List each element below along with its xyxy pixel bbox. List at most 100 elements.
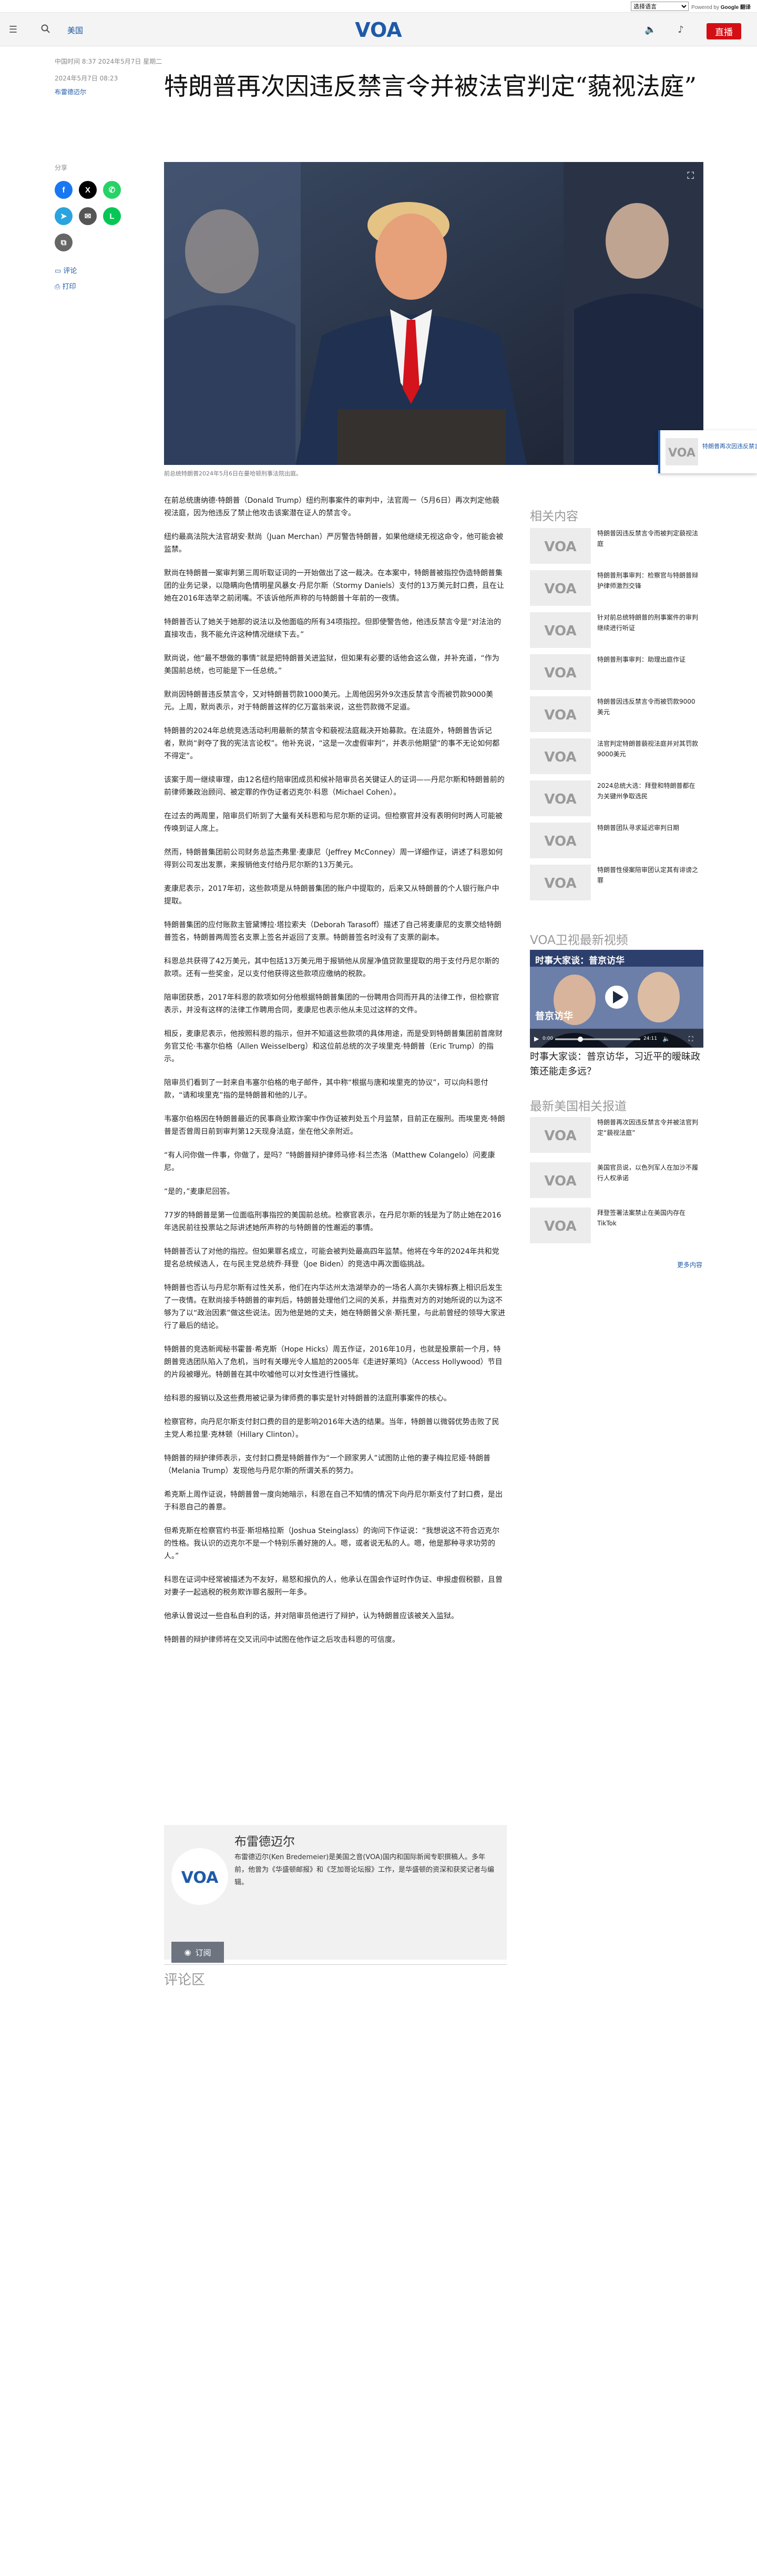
section-link-us[interactable]: 美国 xyxy=(67,25,83,36)
article-body: 在前总统唐纳德·特朗普（Donald Trump）纽约刑事案件的审判中，法官周一… xyxy=(164,494,506,1657)
floating-player-title: 特朗普再次因违反禁言令... xyxy=(702,443,757,450)
thumbnail: VOA xyxy=(530,738,591,774)
thumbnail: VOA xyxy=(530,1162,591,1198)
page-title: 特朗普再次因违反禁言令并被法官判定“藐视法庭” xyxy=(164,72,697,100)
article-paragraph: 特朗普否认了对他的指控。但如果罪名成立，可能会被判处最高四年监禁。他将在今年的2… xyxy=(164,1248,499,1269)
thumbnail: VOA xyxy=(530,570,591,606)
comments-heading: 评论区 xyxy=(164,1972,206,1988)
thumbnail-logo: VOA xyxy=(544,623,576,639)
floating-thumb-logo: VOA xyxy=(668,447,695,460)
related-item[interactable]: VOA 特朗普因违反禁言令而被罚款9000美元 xyxy=(530,696,703,733)
video-badge: 普京访华 xyxy=(535,1011,573,1022)
comment-icon: ▭ xyxy=(55,267,64,275)
google-translate-credit[interactable]: Powered by Google 翻译 xyxy=(691,3,751,11)
search-icon[interactable] xyxy=(40,24,52,36)
news-item[interactable]: VOA 特朗普再次因违反禁言令并被法官判定“藐视法庭” xyxy=(530,1117,703,1154)
share-row-2: ➤ ✉ L xyxy=(55,207,121,225)
email-icon[interactable]: ✉ xyxy=(79,207,97,225)
thumbnail-logo: VOA xyxy=(544,876,576,891)
more-link[interactable]: 更多内容 xyxy=(677,1260,702,1269)
article-paragraph: 陪审员们看到了一封来自韦塞尔伯格的电子邮件，其中称“根据与唐和埃里克的协议”，可… xyxy=(164,1079,488,1100)
print-link[interactable]: ⎙ 打印 xyxy=(55,281,76,291)
article-paragraph: 特朗普集团的应付账款主管黛博拉·塔拉索夫（Deborah Tarasoff）描述… xyxy=(164,921,502,942)
related-item[interactable]: VOA 特朗普性侵案陪审团认定其有诽谤之罪 xyxy=(530,865,703,901)
thumbnail-logo: VOA xyxy=(544,539,576,555)
video-overlay-title: 时事大家谈：普京访华 xyxy=(535,956,625,966)
related-item[interactable]: VOA 特朗普刑事审判：检察官与特朗普辩护律师激烈交锋 xyxy=(530,570,703,607)
thumbnail-logo: VOA xyxy=(544,581,576,597)
thumbnail-logo: VOA xyxy=(544,1219,576,1234)
language-select[interactable]: 选择语言 xyxy=(631,2,689,11)
print-icon: ⎙ xyxy=(55,283,63,291)
article-paragraph: 特朗普也否认与丹尼尔斯有过性关系，他们在内华达州太浩湖举办的一场名人高尔夫锦标赛… xyxy=(164,1284,505,1330)
news-item[interactable]: VOA 美国官员说，以色列军人在加沙不履行人权承诺 xyxy=(530,1162,703,1199)
video-title[interactable]: 时事大家谈：普京访华，习近平的暧昧政策还能走多远？ xyxy=(530,1050,703,1079)
comments-link-label: 评论 xyxy=(63,267,77,275)
article-paragraph: “有人问你做一件事，你做了，是吗？”特朗普辩护律师马修·科兰杰洛（Matthew… xyxy=(164,1151,495,1172)
rss-icon: ◉ xyxy=(184,1948,191,1957)
publish-date: 2024年5月7日 08:23 xyxy=(55,75,118,82)
related-item-title: 特朗普刑事审判：检察官与特朗普辩护律师激烈交锋 xyxy=(597,572,699,590)
subscribe-button[interactable]: ◉ 订阅 xyxy=(171,1942,224,1963)
article-paragraph: 默尚说，他“最不想做的事情”就是把特朗普关进监狱，但如果有必要的话他会这么做，并… xyxy=(164,654,499,675)
related-item[interactable]: VOA 法官判定特朗普藐视法庭并对其罚款9000美元 xyxy=(530,738,703,775)
author-avatar-logo: VOA xyxy=(181,1869,219,1887)
article-paragraph: 在前总统唐纳德·特朗普（Donald Trump）纽约刑事案件的审判中，法官周一… xyxy=(164,496,499,518)
thumbnail: VOA xyxy=(530,1117,591,1153)
thumbnail: VOA xyxy=(530,612,591,648)
article-paragraph: 特朗普的竞选新闻秘书霍普·希克斯（Hope Hicks）周五作证，2016年10… xyxy=(164,1345,503,1379)
hero-image: ⛶ xyxy=(164,162,703,465)
telegram-icon[interactable]: ➤ xyxy=(55,207,73,225)
fullscreen-icon[interactable]: ⛶ xyxy=(689,1035,693,1043)
article-paragraph: 但希克斯在检察官约书亚·斯坦格拉斯（Joshua Steinglass）的询问下… xyxy=(164,1527,500,1560)
news-item[interactable]: VOA 拜登签署法案禁止在美国内存在TikTok xyxy=(530,1208,703,1244)
line-icon[interactable]: L xyxy=(103,207,121,225)
voa-logo[interactable]: VOA xyxy=(351,18,406,42)
print-link-label: 打印 xyxy=(62,283,76,291)
floating-player[interactable]: VOA 特朗普再次因违反禁言令... xyxy=(658,430,757,473)
comments-link[interactable]: ▭ 评论 xyxy=(55,265,77,275)
related-item[interactable]: VOA 特朗普因违反禁言令而被判定藐视法庭 xyxy=(530,528,703,565)
video-duration: 24:11 xyxy=(643,1036,657,1041)
facebook-icon[interactable]: f xyxy=(55,181,73,199)
article-paragraph: “是的，”麦康尼回答。 xyxy=(164,1188,234,1196)
article-paragraph: 特朗普否认了她关于她那的说法以及他面临的所有34项指控。但即使警告他，他违反禁言… xyxy=(164,618,502,639)
utility-bar: 选择语言 Powered by Google 翻译 xyxy=(0,0,757,13)
author-name: 布雷德迈尔 xyxy=(234,1835,295,1849)
video-current-time: 0:00 xyxy=(543,1036,554,1041)
comments-divider xyxy=(164,1964,507,1965)
whatsapp-icon[interactable]: ✆ xyxy=(103,181,121,199)
speaker-icon[interactable]: 🔈 xyxy=(645,24,656,36)
related-item[interactable]: VOA 2024总统大选：拜登和特朗普都在为关键州争取选民 xyxy=(530,780,703,817)
related-item-title: 法官判定特朗普藐视法庭并对其罚款9000美元 xyxy=(597,740,699,758)
expand-icon[interactable]: ⛶ xyxy=(687,170,694,181)
news-item-title: 美国官员说，以色列军人在加沙不履行人权承诺 xyxy=(597,1164,699,1182)
author-link[interactable]: 布雷德迈尔 xyxy=(55,87,86,96)
related-item[interactable]: VOA 针对前总统特朗普的刑事案件的审判继续进行听证 xyxy=(530,612,703,649)
play-icon[interactable]: ▶ xyxy=(534,1035,539,1042)
subscribe-label: 订阅 xyxy=(195,1948,211,1958)
related-item[interactable]: VOA 特朗普团队寻求延迟审判日期 xyxy=(530,823,703,859)
video-player[interactable]: 时事大家谈：普京访华 普京访华 ▶ 0:00 24:11 🔈 ⛶ xyxy=(530,950,703,1048)
article-paragraph: 希克斯上周作证说，特朗普曾一度向她暗示，科恩在自己不知情的情况下向丹尼尔斯支付了… xyxy=(164,1490,503,1512)
article-paragraph: 科恩总共获得了42万美元，其中包括13万美元用于报销他从房屋净值贷款里提取的用于… xyxy=(164,957,499,978)
related-item-title: 特朗普因违反禁言令而被罚款9000美元 xyxy=(597,698,695,716)
x-icon[interactable]: X xyxy=(79,181,97,199)
author-bio: 布雷德迈尔(Ken Bredemeier)是美国之音(VOA)国内和国际新闻专职… xyxy=(234,1853,495,1887)
thumbnail: VOA xyxy=(530,1208,591,1243)
article-paragraph: 在过去的两周里，陪审员们听到了大量有关科恩和与尼尔斯的证词。但检察官并没有表明何… xyxy=(164,812,503,833)
volume-icon[interactable]: 🔈 xyxy=(662,1035,670,1042)
audio-icon[interactable]: ♪ xyxy=(675,24,687,36)
copy-link-icon[interactable]: ⧉ xyxy=(55,234,73,251)
menu-icon[interactable]: ☰ xyxy=(7,24,19,36)
related-item-title: 2024总统大选：拜登和特朗普都在为关键州争取选民 xyxy=(597,782,695,800)
thumbnail-logo: VOA xyxy=(544,707,576,723)
article-paragraph: 他承认曾说过一些自私自利的话，并对陪审员他进行了辩护，认为特朗普应该被关入监狱。 xyxy=(164,1612,458,1620)
article-paragraph: 给科恩的报销以及这些费用被记录为律师费的事实是针对特朗普的法庭刑事案件的核心。 xyxy=(164,1394,451,1403)
thumbnail: VOA xyxy=(530,654,591,690)
live-button[interactable]: 直播 xyxy=(707,23,741,39)
news-heading: 最新美国相关报道 xyxy=(530,1100,627,1113)
related-item[interactable]: VOA 特朗普刑事审判：助理出庭作证 xyxy=(530,654,703,691)
related-item-title: 特朗普刑事审判：助理出庭作证 xyxy=(597,656,686,663)
article-paragraph: 纽约最高法院大法官胡安·默尚（Juan Merchan）严厉警告特朗普，如果他继… xyxy=(164,533,504,554)
